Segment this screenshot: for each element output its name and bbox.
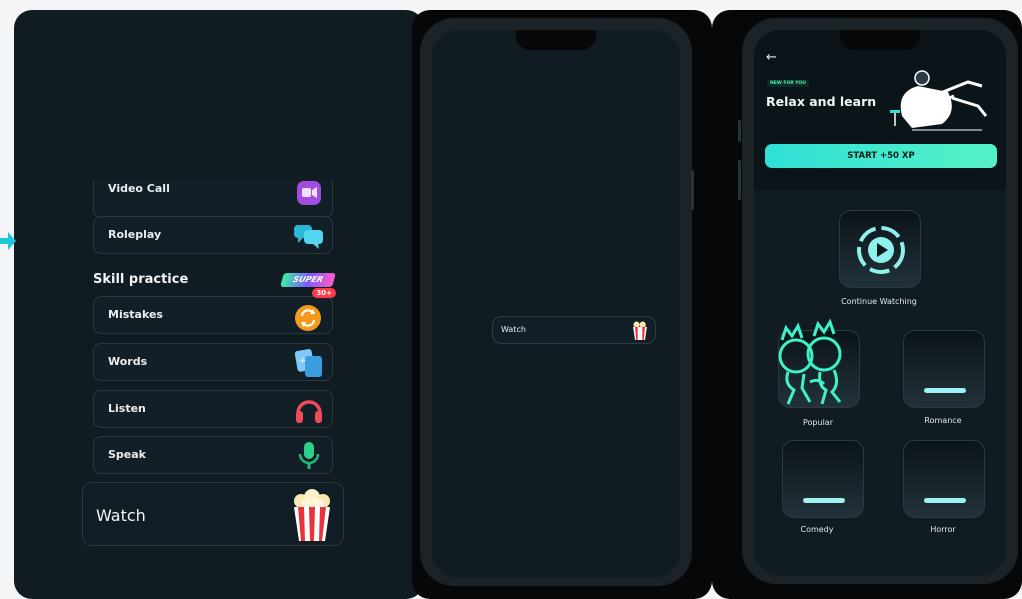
category-bar [803,498,845,503]
category-bar [924,498,966,503]
svg-text:+: + [299,356,307,366]
menu-item-video-call[interactable]: Video Call [93,180,333,218]
mistakes-count-badge: 30+ [312,288,336,298]
category-label: Romance [924,416,962,425]
category-horror-card[interactable] [903,440,985,518]
continue-watching-card[interactable] [839,210,921,288]
flashcards-icon: + [294,349,322,377]
back-arrow-icon[interactable]: ← [766,50,777,65]
category-label: Popular [803,418,833,427]
right-phone-panel: ← NEW FOR YOU Relax and learn START +50 … [712,10,1022,599]
new-for-you-tag: NEW FOR YOU [767,80,809,87]
watch-card[interactable]: Watch [82,482,344,546]
menu-item-label: Roleplay [108,228,162,241]
category-comedy-card[interactable] [782,440,864,518]
menu-item-label: Speak [108,448,146,461]
phone-side-button [738,160,741,200]
menu-item-words[interactable]: Words + [93,343,333,381]
phone-screen: Watch [432,30,680,578]
menu-item-speak[interactable]: Speak [93,436,333,474]
phone-frame: Watch [420,18,692,586]
watch-label: Watch [96,506,146,525]
category-label: Comedy [800,525,834,534]
category-label: Horror [930,525,956,534]
section-title: Skill practice [93,272,189,287]
video-call-icon [297,181,321,205]
phone-notch [516,30,596,50]
phone-side-button [691,170,694,210]
phone-side-button [738,120,741,142]
repeat-icon [295,305,321,331]
menu-item-label: Words [108,355,148,368]
skills-menu-panel: Video Call Roleplay Skill practice SUPER… [14,10,424,599]
watch-label: Watch [501,325,526,334]
start-xp-button[interactable]: START +50 XP [765,144,997,168]
menu-item-label: Listen [108,402,146,415]
menu-item-label: Video Call [108,182,170,195]
menu-item-roleplay[interactable]: Roleplay [93,216,333,254]
continue-watching-label: Continue Watching [841,297,917,306]
couple-illustration [778,318,842,405]
page-title: Relax and learn [766,94,877,109]
menu-item-listen[interactable]: Listen [93,390,333,428]
popcorn-icon [294,489,330,541]
popcorn-icon [633,321,647,340]
headphones-icon [296,400,322,423]
microphone-icon [298,442,320,469]
category-romance-card[interactable] [903,330,985,408]
phone-notch [840,30,920,50]
play-icon [857,226,905,274]
watch-button[interactable]: Watch [492,316,656,344]
relaxing-person-illustration [890,70,988,131]
category-bar [924,388,966,393]
menu-item-label: Mistakes [108,308,163,321]
chat-bubbles-icon [294,225,323,249]
middle-phone-panel: Watch [412,10,712,599]
menu-item-mistakes[interactable]: Mistakes 30+ [93,288,336,334]
super-badge: SUPER [280,273,336,287]
arrow-right-icon [0,232,16,250]
